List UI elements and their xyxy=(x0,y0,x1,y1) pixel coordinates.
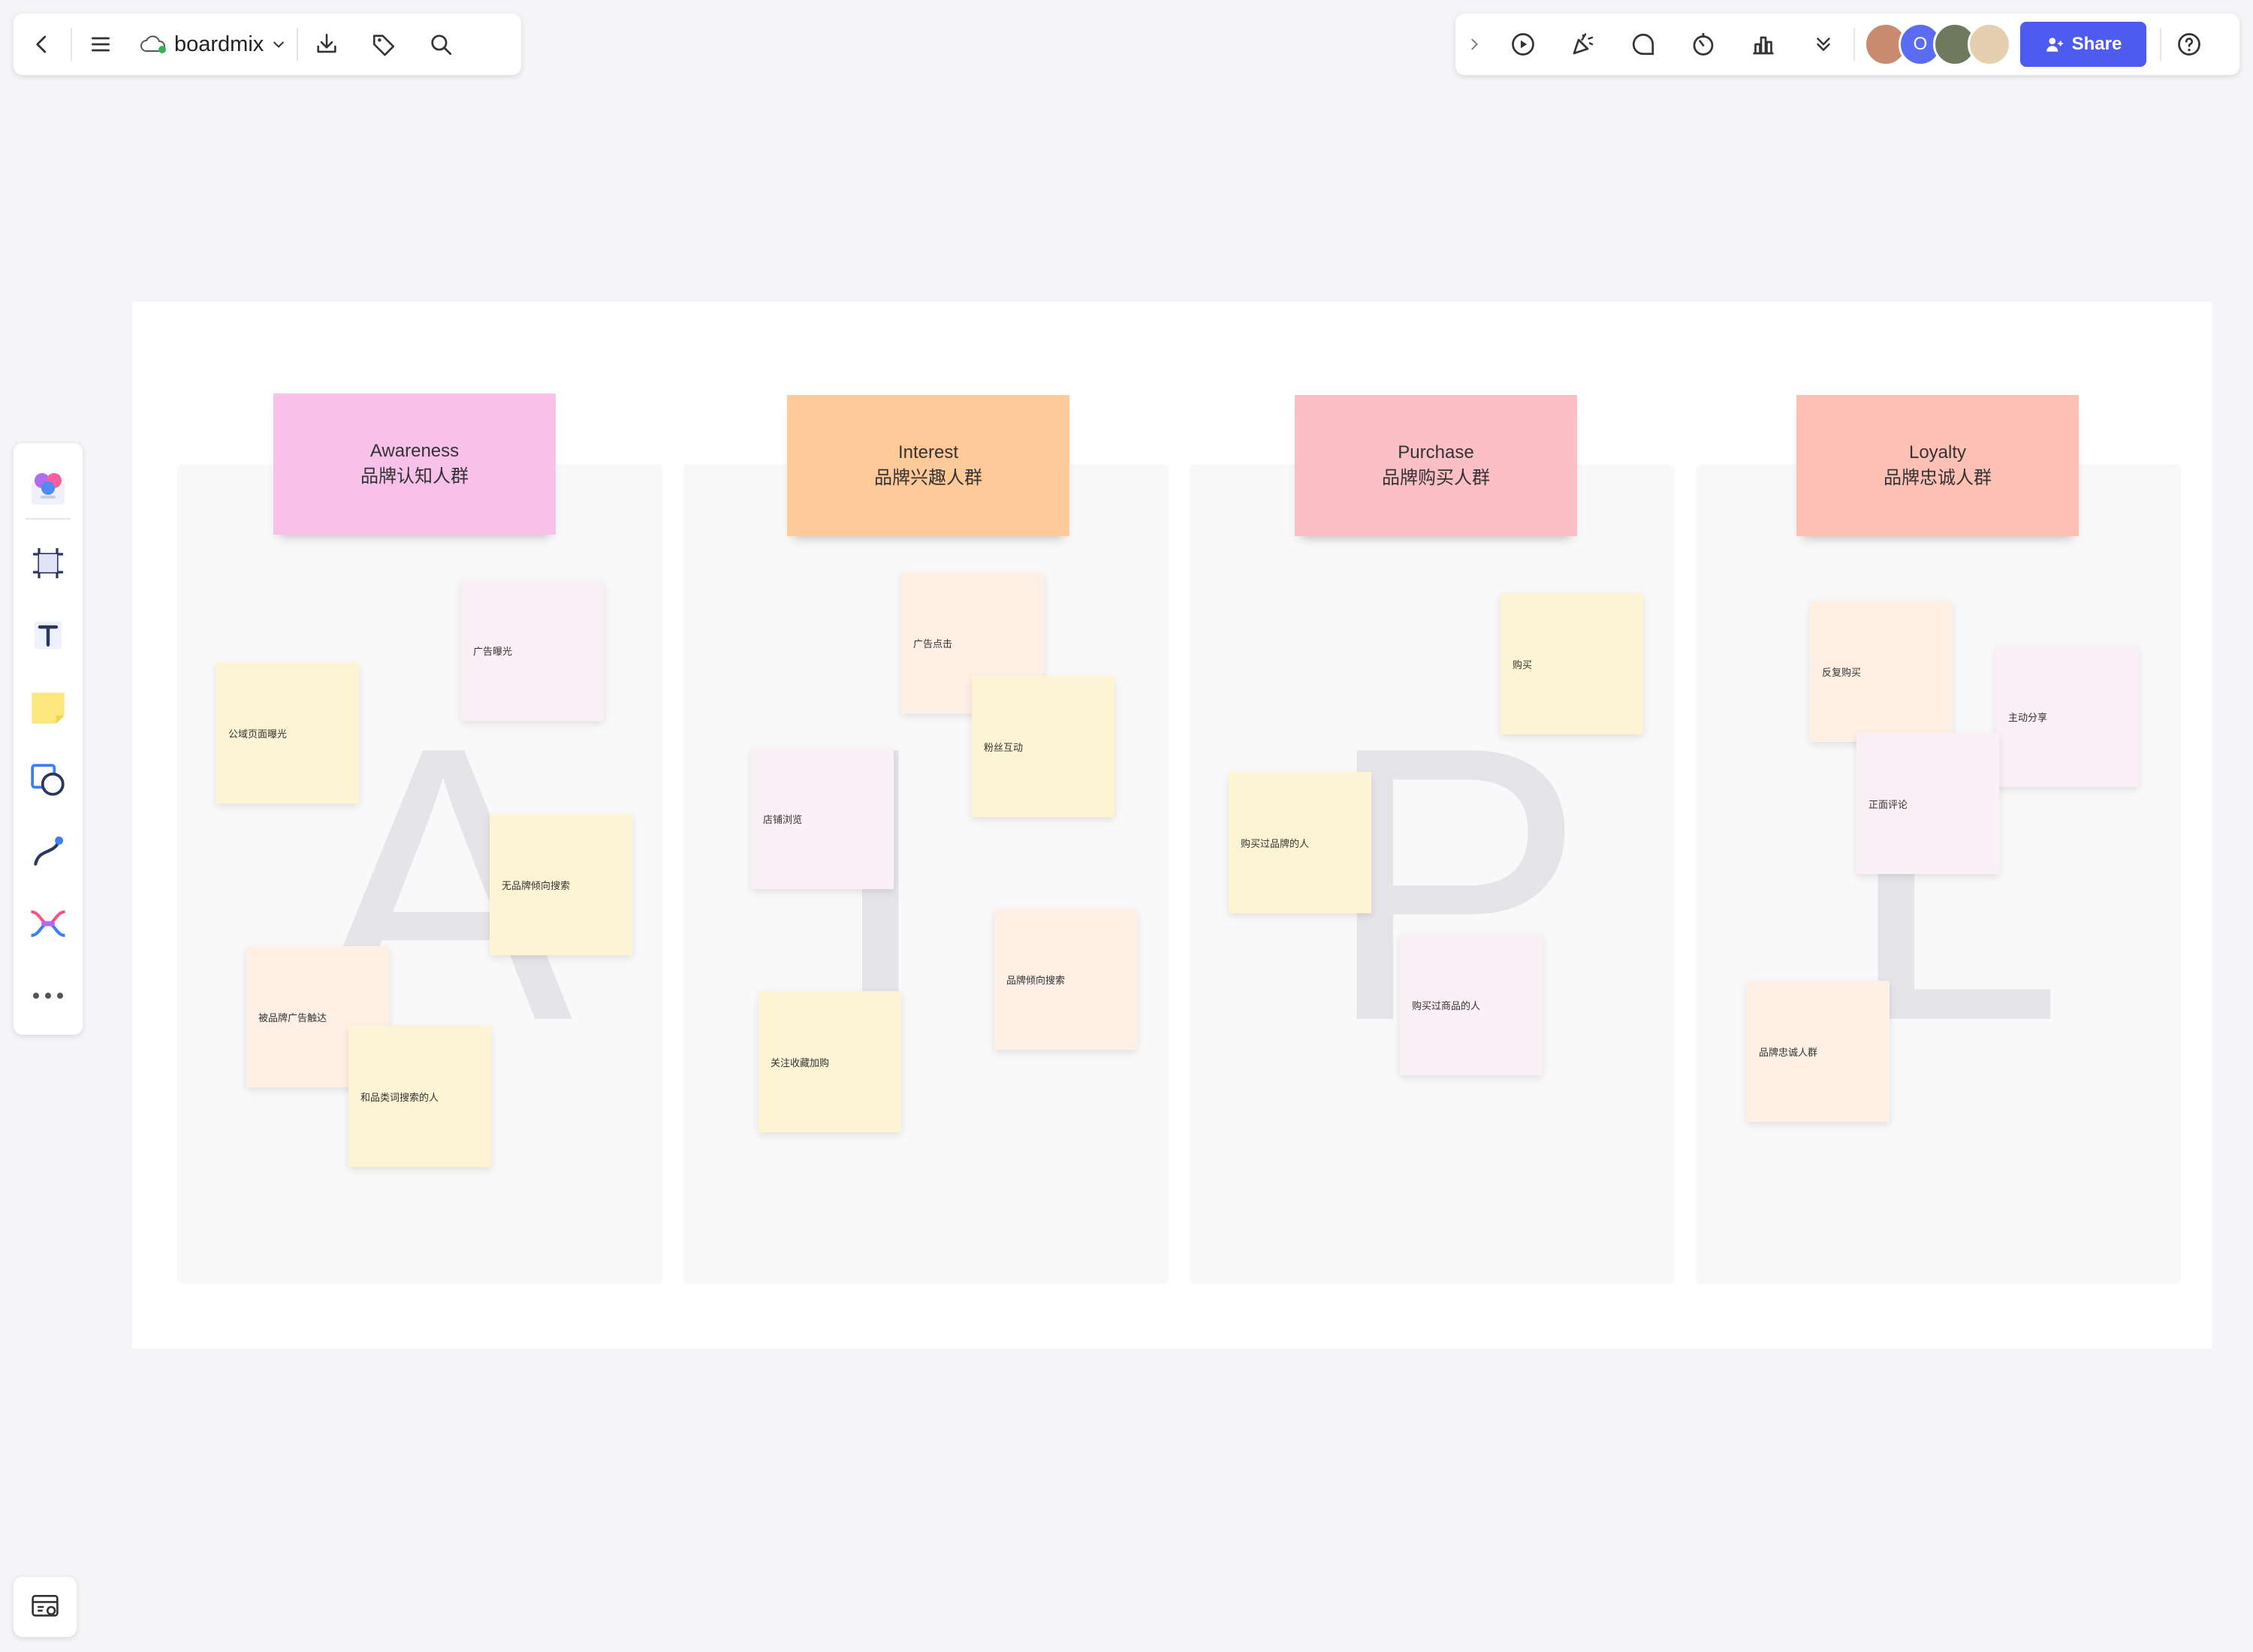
add-user-icon xyxy=(2046,38,2063,52)
top-right-toolbar: O Share xyxy=(1455,14,2239,75)
column-header-interest[interactable]: Interest 品牌兴趣人群 xyxy=(787,395,1069,536)
sticky-note[interactable]: 品牌倾向搜索 xyxy=(994,909,1137,1050)
download-icon xyxy=(317,33,336,53)
sticky-note[interactable]: 粉丝互动 xyxy=(972,676,1114,817)
search-icon xyxy=(431,35,452,56)
connector-icon xyxy=(34,837,63,866)
sticky-note[interactable]: 店铺浏览 xyxy=(751,748,894,889)
more-tools-menu[interactable] xyxy=(14,966,83,1026)
shape-tool[interactable] xyxy=(14,749,83,809)
help-icon xyxy=(2178,33,2200,56)
connector-tool[interactable] xyxy=(14,821,83,882)
sticky-note[interactable]: 反复购买 xyxy=(1810,601,1953,742)
sticky-note[interactable]: 购买过商品的人 xyxy=(1400,934,1543,1075)
collaborator-avatars[interactable]: O xyxy=(1855,23,2020,66)
sticky-note[interactable]: 和品类词搜索的人 xyxy=(348,1026,491,1167)
top-left-toolbar: boardmix xyxy=(14,14,521,75)
board-frame[interactable]: A Awareness 品牌认知人群 广告曝光 公域页面曝光 无品牌倾向搜索 被… xyxy=(132,302,2212,1349)
double-chevron-down-icon xyxy=(1817,38,1830,52)
column-title-cn: 品牌认知人群 xyxy=(360,466,469,487)
column-loyalty: L xyxy=(1696,464,2181,1284)
more-tools-button[interactable] xyxy=(1793,14,1853,75)
help-button[interactable] xyxy=(2161,14,2217,75)
sticky-note[interactable]: 正面评论 xyxy=(1856,733,1999,874)
timer-icon xyxy=(1693,33,1714,56)
podium-icon xyxy=(1753,36,1774,55)
sticky-note-tool[interactable] xyxy=(14,677,83,737)
avatar[interactable] xyxy=(1968,23,2011,66)
shapes-icon xyxy=(31,764,65,796)
chevron-right-icon xyxy=(1471,38,1478,50)
tag-button[interactable] xyxy=(355,14,412,75)
menu-button[interactable] xyxy=(72,14,129,75)
text-icon xyxy=(34,621,62,650)
column-title-cn: 品牌兴趣人群 xyxy=(874,468,982,488)
more-icon xyxy=(33,993,63,999)
column-title-en: Loyalty xyxy=(1908,442,1967,463)
sticky-note[interactable]: 公域页面曝光 xyxy=(216,662,359,803)
search-button[interactable] xyxy=(412,14,469,75)
share-button[interactable]: Share xyxy=(2020,22,2146,67)
timer-button[interactable] xyxy=(1673,14,1733,75)
board-title-dropdown[interactable]: boardmix xyxy=(129,14,297,75)
text-tool[interactable] xyxy=(14,605,83,665)
map-layout-icon xyxy=(32,1594,59,1617)
column-header-loyalty[interactable]: Loyalty 品牌忠诚人群 xyxy=(1796,395,2079,536)
sticky-note-icon xyxy=(32,692,65,724)
sticky-note[interactable]: 关注收藏加购 xyxy=(759,991,901,1132)
sticky-note[interactable]: 广告曝光 xyxy=(461,580,604,721)
column-header-awareness[interactable]: Awareness 品牌认知人群 xyxy=(273,393,556,535)
sticky-note[interactable]: 购买 xyxy=(1500,593,1643,734)
column-title-cn: 品牌购买人群 xyxy=(1382,468,1490,488)
comment-button[interactable] xyxy=(1613,14,1673,75)
tag-icon xyxy=(373,35,395,56)
chevron-down-icon xyxy=(273,41,285,48)
frame-icon xyxy=(33,548,63,578)
sticky-note[interactable]: 品牌忠诚人群 xyxy=(1747,981,1890,1122)
left-toolbar xyxy=(14,443,83,1035)
sticky-note[interactable]: 购买过品牌的人 xyxy=(1229,772,1371,913)
party-popper-icon xyxy=(1573,33,1594,55)
comment-icon xyxy=(1632,33,1654,56)
vote-button[interactable] xyxy=(1733,14,1793,75)
play-icon xyxy=(1512,33,1534,56)
celebrate-button[interactable] xyxy=(1553,14,1613,75)
frame-tool[interactable] xyxy=(14,533,83,593)
column-header-purchase[interactable]: Purchase 品牌购买人群 xyxy=(1295,395,1577,536)
column-title-en: Purchase xyxy=(1398,442,1474,463)
share-label: Share xyxy=(2071,34,2122,54)
divider xyxy=(26,518,71,520)
column-title-cn: 品牌忠诚人群 xyxy=(1884,468,1992,488)
board-name: boardmix xyxy=(174,32,264,56)
present-button[interactable] xyxy=(1493,14,1553,75)
mindmap-tool[interactable] xyxy=(14,894,83,954)
mindmap-icon xyxy=(31,910,65,937)
sticky-note[interactable]: 无品牌倾向搜索 xyxy=(490,814,632,955)
minimap-button[interactable] xyxy=(14,1577,77,1637)
column-title-en: Interest xyxy=(897,442,959,463)
column-title-en: Awareness xyxy=(369,441,460,461)
back-button[interactable] xyxy=(14,14,71,75)
menu-icon xyxy=(92,37,110,52)
sticky-note[interactable]: 主动分享 xyxy=(1996,646,2139,787)
export-button[interactable] xyxy=(298,14,355,75)
collapse-toolbar-button[interactable] xyxy=(1455,14,1493,75)
cloud-sync-icon xyxy=(140,35,166,53)
chevron-left-icon xyxy=(36,35,47,53)
templates-icon xyxy=(32,473,65,505)
templates-button[interactable] xyxy=(14,458,83,518)
